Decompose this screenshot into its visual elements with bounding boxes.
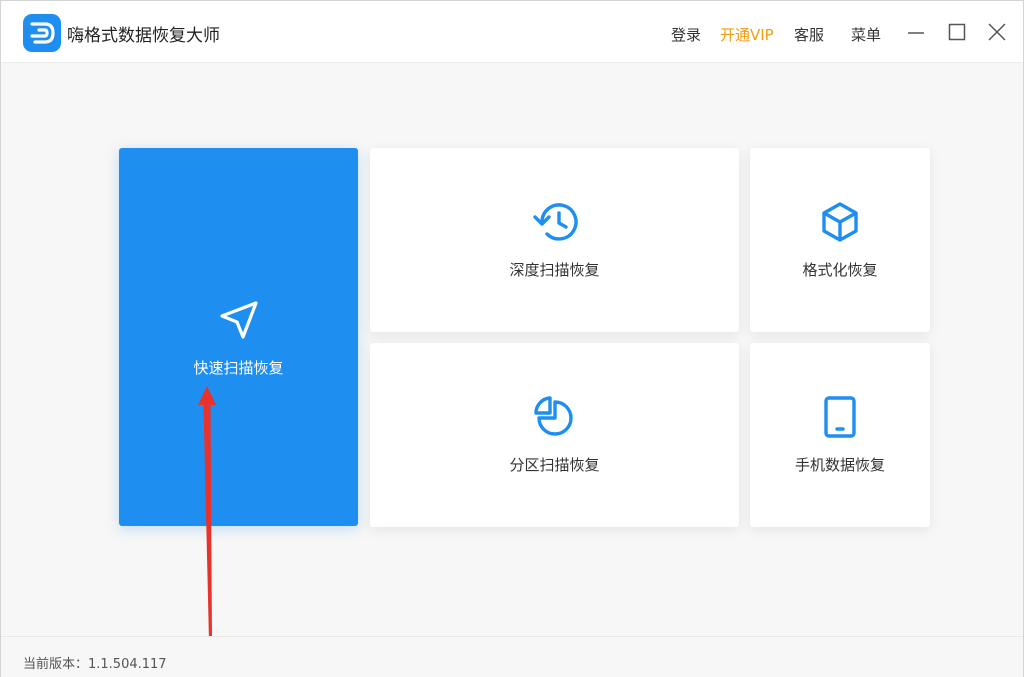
maximize-icon — [948, 23, 966, 41]
version-label: 当前版本：1.1.504.117 — [23, 657, 167, 672]
format-recovery-label: 格式化恢复 — [802, 261, 878, 279]
annotation-arrow — [198, 386, 216, 641]
menu-link[interactable]: 菜单 — [851, 24, 881, 45]
d-logo-icon — [23, 14, 61, 52]
status-footer: 当前版本：1.1.504.117 — [1, 636, 1023, 677]
login-link[interactable]: 登录 — [671, 24, 701, 45]
partition-scan-label: 分区扫描恢复 — [509, 456, 600, 474]
partition-scan-card[interactable]: 分区扫描恢复 — [370, 343, 739, 527]
deep-scan-card[interactable]: 深度扫描恢复 — [370, 148, 739, 332]
app-window: 嗨格式数据恢复大师 登录 开通VIP 客服 菜单 快速扫描恢复 深度扫描恢复 格… — [0, 0, 1024, 677]
title-bar: 嗨格式数据恢复大师 登录 开通VIP 客服 菜单 — [1, 1, 1023, 63]
quick-scan-card[interactable]: 快速扫描恢复 — [119, 148, 358, 526]
app-title: 嗨格式数据恢复大师 — [67, 26, 220, 46]
format-recovery-card[interactable]: 格式化恢复 — [750, 148, 930, 332]
quick-scan-label: 快速扫描恢复 — [193, 359, 284, 377]
vip-link[interactable]: 开通VIP — [720, 24, 774, 45]
deep-scan-label: 深度扫描恢复 — [509, 261, 600, 279]
cube-icon — [817, 199, 863, 249]
phone-recovery-label: 手机数据恢复 — [794, 456, 885, 474]
pie-chart-icon — [532, 394, 578, 444]
minimize-icon — [908, 32, 924, 34]
phone-recovery-card[interactable]: 手机数据恢复 — [750, 343, 930, 527]
close-button[interactable] — [986, 21, 1008, 43]
history-clock-icon — [530, 199, 580, 249]
tablet-icon — [817, 394, 863, 444]
minimize-button[interactable] — [905, 21, 927, 43]
navigation-arrow-icon — [216, 297, 262, 347]
close-icon — [988, 23, 1006, 41]
customer-service-link[interactable]: 客服 — [794, 24, 824, 45]
maximize-button[interactable] — [946, 21, 968, 43]
